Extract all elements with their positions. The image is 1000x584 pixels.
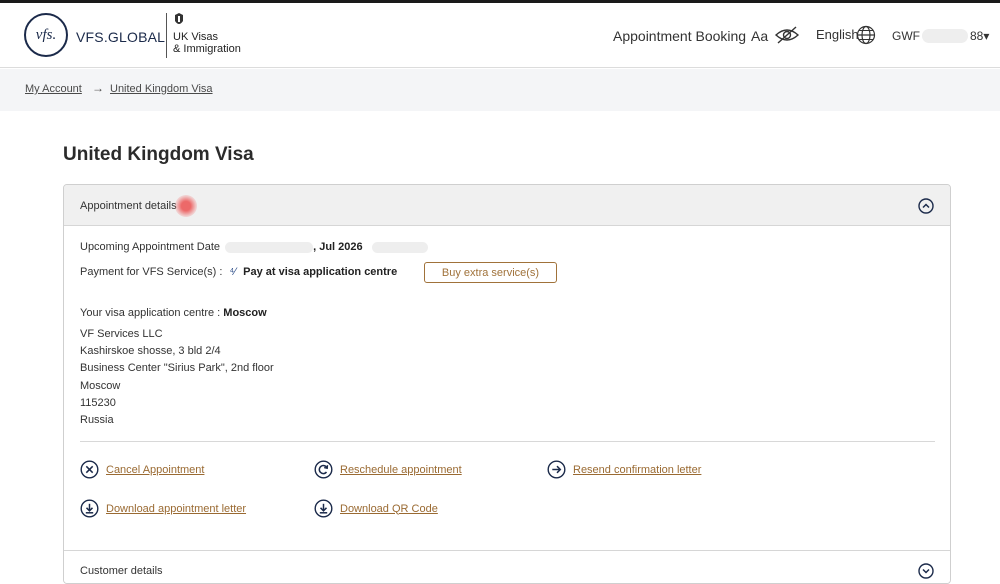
appointment-details-header[interactable]: Appointment details — [64, 185, 950, 226]
payment-row: Payment for VFS Service(s) : ⁴⁄ Pay at v… — [80, 266, 397, 278]
nav-appointment-booking[interactable]: Appointment Booking — [613, 28, 746, 44]
uk-crest-icon — [175, 13, 183, 24]
logo-mark: vfs. — [35, 26, 57, 43]
arrow-right-icon: → — [92, 81, 104, 95]
centre-address: VF Services LLC Kashirskoe shosse, 3 bld… — [80, 326, 274, 429]
arrow-right-circle-icon — [547, 460, 566, 479]
cancel-appointment-link[interactable]: Cancel Appointment — [80, 460, 204, 479]
partner-name: UK Visas & Immigration — [173, 31, 241, 55]
logo-text: VFS.GLOBAL — [76, 29, 166, 45]
centre-value: Moscow — [223, 307, 267, 319]
download-qr-code-label: Download QR Code — [340, 502, 438, 515]
centre-label: Your visa application centre : — [80, 307, 221, 319]
download-appointment-letter-label: Download appointment letter — [106, 502, 247, 515]
user-id-suffix: 88 — [970, 29, 984, 43]
buy-extra-services-button[interactable]: Buy extra service(s) — [424, 262, 557, 283]
download-circle-icon — [314, 499, 333, 518]
address-line: Russia — [80, 414, 114, 427]
user-menu[interactable]: GWF 88 ▾ — [892, 29, 989, 43]
payment-label: Payment for VFS Service(s) : — [80, 266, 223, 278]
font-size-toggle[interactable]: Aa — [751, 28, 768, 44]
redacted-user-id — [922, 29, 968, 43]
cursor-indicator — [175, 195, 197, 217]
page-title: United Kingdom Visa — [63, 144, 254, 165]
address-line: 115230 — [80, 396, 116, 409]
vfs-logo-icon[interactable]: vfs. — [24, 13, 68, 57]
eye-slash-icon[interactable] — [774, 25, 800, 45]
chevron-down-circle-icon[interactable] — [918, 563, 934, 579]
section-divider — [80, 441, 935, 442]
resend-confirmation-label: Resend confirmation letter — [573, 463, 702, 476]
reschedule-circle-icon — [314, 460, 333, 479]
breadcrumb-uk-visa[interactable]: United Kingdom Visa — [110, 83, 213, 95]
user-id-prefix: GWF — [892, 29, 920, 43]
appointment-date-row: Upcoming Appointment Date , Jul 2026 — [80, 241, 428, 253]
date-label: Upcoming Appointment Date — [80, 241, 221, 253]
breadcrumb: My Account → United Kingdom Visa — [0, 69, 1000, 111]
address-line: Business Center "Sirius Park", 2nd floor — [80, 362, 274, 375]
redacted-date — [225, 241, 314, 253]
appointment-details-label: Appointment details — [80, 200, 177, 212]
centre-row: Your visa application centre : Moscow — [80, 307, 267, 319]
cancel-circle-icon — [80, 460, 99, 479]
cancel-appointment-label: Cancel Appointment — [106, 463, 205, 476]
appointment-card: Appointment details Upcoming Appointment… — [63, 184, 951, 584]
download-appointment-letter-link[interactable]: Download appointment letter — [80, 499, 246, 518]
globe-icon[interactable] — [856, 25, 876, 45]
reschedule-appointment-link[interactable]: Reschedule appointment — [314, 460, 462, 479]
caret-down-icon: ▾ — [983, 29, 990, 43]
partner-line-1: UK Visas — [173, 31, 219, 43]
chevron-up-circle-icon[interactable] — [918, 198, 934, 214]
reschedule-appointment-label: Reschedule appointment — [340, 463, 462, 476]
payment-value: Pay at visa application centre — [243, 266, 398, 278]
customer-details-label: Customer details — [80, 565, 163, 577]
address-line: VF Services LLC — [80, 328, 163, 340]
download-circle-icon — [80, 499, 99, 518]
download-qr-code-link[interactable]: Download QR Code — [314, 499, 438, 518]
customer-details-header[interactable]: Customer details — [64, 550, 950, 583]
address-line: Kashirskoe shosse, 3 bld 2/4 — [80, 345, 221, 358]
site-header: vfs. VFS.GLOBAL UK Visas & Immigration A… — [0, 3, 1000, 68]
payment-method-icon: ⁴⁄ — [229, 266, 237, 278]
language-selector[interactable]: English — [816, 27, 859, 42]
resend-confirmation-link[interactable]: Resend confirmation letter — [547, 460, 701, 479]
address-line: Moscow — [80, 379, 121, 392]
redacted-time — [371, 241, 428, 253]
breadcrumb-my-account[interactable]: My Account — [25, 83, 82, 95]
date-value: , Jul 2026 — [313, 241, 363, 253]
partner-line-2: & Immigration — [173, 43, 241, 55]
logo-divider — [166, 13, 167, 58]
